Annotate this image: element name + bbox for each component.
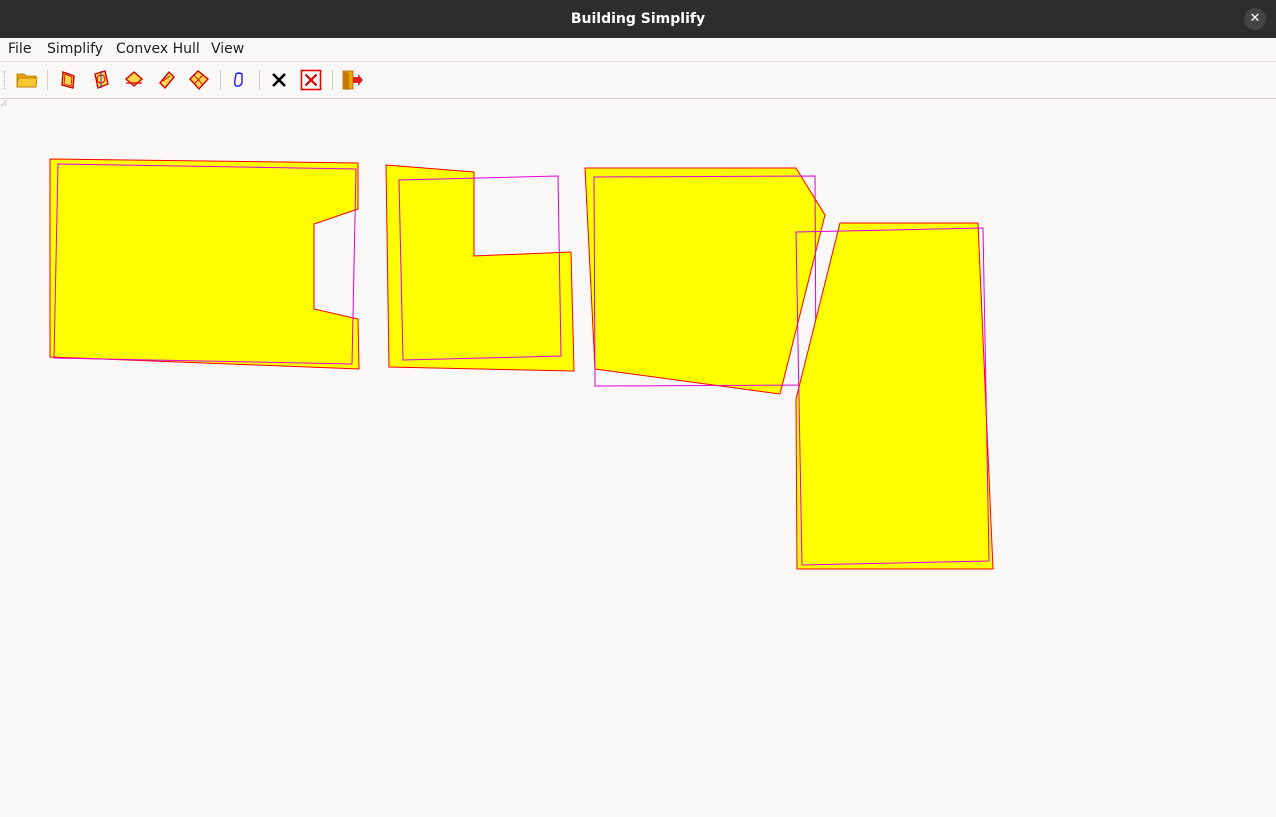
building-polygon [584, 167, 826, 395]
resize-grip-icon[interactable] [0, 99, 8, 107]
clear-results-icon [272, 73, 286, 87]
building-3[interactable] [584, 167, 826, 395]
menu-bar: File Simplify Convex Hull View [0, 38, 1276, 62]
simplify-method-2-icon [94, 70, 109, 89]
clear-results-button[interactable] [267, 68, 291, 92]
simplify-method-1-button[interactable] [56, 68, 80, 92]
menu-simplify[interactable]: Simplify [47, 38, 103, 61]
exit-icon [342, 70, 363, 90]
open-file-button[interactable] [15, 68, 39, 92]
toolbar-separator [259, 70, 260, 90]
simplify-method-4-button[interactable] [155, 68, 179, 92]
simplify-method-4-icon [159, 70, 175, 90]
menu-file[interactable]: File [8, 38, 31, 61]
building-polygon [385, 164, 575, 372]
exit-button[interactable] [340, 68, 364, 92]
open-folder-icon [16, 73, 38, 88]
toolbar-separator [332, 70, 333, 90]
convex-hull-button[interactable] [227, 68, 251, 92]
building-polygon [795, 222, 994, 570]
building-2[interactable] [385, 164, 575, 372]
clear-all-icon [300, 69, 322, 91]
title-bar: Building Simplify ✕ [0, 0, 1276, 38]
simplify-method-3-button[interactable] [122, 68, 146, 92]
building-1[interactable] [49, 158, 360, 370]
building-4[interactable] [795, 222, 994, 570]
simplify-method-5-icon [189, 70, 210, 91]
window-title: Building Simplify [570, 11, 706, 27]
menu-view[interactable]: View [211, 38, 244, 61]
close-window-button[interactable]: ✕ [1244, 8, 1266, 30]
building-layer [49, 158, 994, 570]
building-polygon [49, 158, 360, 370]
close-icon: ✕ [1249, 11, 1261, 26]
simplify-method-2-button[interactable] [89, 68, 113, 92]
toolbar-separator [47, 70, 48, 90]
toolbar-grip[interactable] [4, 71, 8, 89]
toolbar [0, 62, 1276, 99]
simplify-method-3-icon [124, 71, 144, 87]
toolbar-separator [220, 70, 221, 90]
simplify-method-5-button[interactable] [187, 68, 211, 92]
convex-hull-icon [233, 72, 243, 87]
clear-all-button[interactable] [299, 68, 323, 92]
simplify-method-1-icon [61, 71, 75, 89]
menu-convex-hull[interactable]: Convex Hull [116, 38, 200, 61]
map-canvas[interactable] [0, 99, 1276, 817]
